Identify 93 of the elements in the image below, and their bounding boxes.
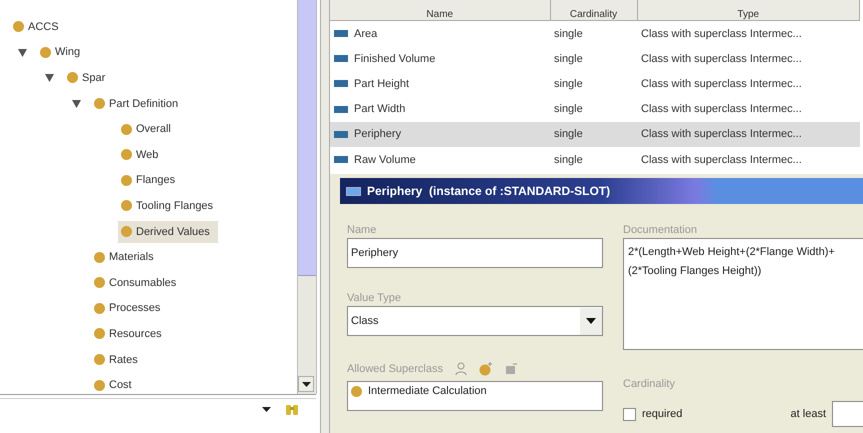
class-icon [94,328,105,340]
column-header[interactable]: Type [637,0,860,20]
table-cell: Class with superclass Intermec... [641,78,802,90]
at-least-field[interactable] [832,401,863,427]
table-cell: single [554,154,583,166]
expanded-arrow-icon[interactable] [18,48,26,57]
table-row[interactable]: Part Width single Class with superclass Intermec... [330,96,860,122]
dropdown-arrow-icon[interactable] [262,406,271,412]
class-icon [94,354,105,366]
field-label: at least [790,408,826,420]
class-icon [94,277,105,288]
tree-item[interactable]: Flanges [118,169,184,192]
tree-item[interactable]: Resources [91,322,170,345]
table-cell: Class with superclass Intermec... [641,52,802,65]
column-header[interactable]: Name [330,0,550,20]
tree-item[interactable]: Wing [37,41,88,64]
tree-item[interactable]: Derived Values [118,220,218,243]
class-icon [121,124,132,135]
class-icon [67,72,78,84]
add-class-icon[interactable] [479,362,493,376]
class-icon [121,149,132,160]
person-icon[interactable] [455,362,467,376]
slot-icon [334,130,348,138]
tree-item[interactable]: Overall [118,118,179,140]
slot-icon [346,186,361,196]
class-icon [94,252,105,263]
class-icon [13,21,24,32]
class-icon [121,174,132,186]
remove-icon[interactable] [505,363,517,375]
table-cell: Class with superclass Intermec... [641,128,802,140]
tree-item[interactable]: ACCS [10,16,67,38]
table-row[interactable]: Periphery single Class with superclass Intermec... [330,122,860,147]
slot-icon [334,30,348,38]
class-icon [94,98,105,110]
table-cell: Class with superclass Intermec... [641,28,802,40]
table-cell: Periphery [354,128,402,140]
class-icon [94,380,105,391]
scrollbar[interactable] [297,0,317,394]
field-label: Documentation [623,224,698,238]
field-label: Cardinality [623,378,676,392]
expanded-arrow-icon[interactable] [44,73,54,82]
class-icon [40,46,51,58]
tree-item[interactable]: Part Definition [91,92,186,115]
table-cell: Part Height [354,78,410,90]
expanded-arrow-icon[interactable] [72,99,80,108]
superclass-list[interactable]: Intermediate Calculation [347,381,603,411]
column-header[interactable]: Cardinality [550,0,637,20]
tree-item[interactable]: Tooling Flanges [118,194,222,217]
table-cell: single [554,78,583,90]
value-type-dropdown[interactable]: Class [347,306,603,336]
table-cell: Finished Volume [354,52,436,65]
table-cell: Class with superclass Intermec... [641,154,802,166]
list-item[interactable]: Intermediate Calculation [351,385,599,397]
tree-item[interactable]: Spar [64,66,114,89]
table-cell: Area [354,28,378,40]
tree-item[interactable]: Web [118,144,166,166]
binoculars-icon[interactable] [285,402,299,416]
documentation-field[interactable]: 2*(Length+Web Height+(2*Flange Width)+(2*Tooling Flanges Height)) [623,238,863,350]
table-cell: single [554,28,583,40]
field-label: Name [347,224,378,238]
name-field[interactable]: Periphery [347,238,603,268]
tree-item[interactable]: Cost [91,374,140,396]
slot-icon [334,55,348,62]
field-label: Value Type [347,292,402,306]
scroll-down-button[interactable] [298,376,314,392]
table-cell: single [554,128,583,140]
checkbox-label: required [642,408,682,420]
tree-item[interactable]: Processes [91,297,168,320]
window-title: Periphery (instance of :STANDARD-SLOT) [367,184,610,198]
class-icon [121,226,132,238]
dropdown-arrow-icon [586,318,596,324]
table-row[interactable]: Part Height single Class with superclass Intermec... [330,71,860,97]
class-icon [121,200,132,212]
splitter-bar[interactable] [320,0,330,433]
field-label: Allowed Superclass [347,363,443,375]
down-arrow-icon [302,382,310,386]
table-cell: Raw Volume [354,154,416,166]
table-row[interactable]: Finished Volume single Class with superclass Intermec... [330,46,860,72]
required-checkbox[interactable] [623,408,636,420]
tree-item[interactable]: Materials [91,246,162,268]
class-icon [351,386,362,396]
slot-icon [334,156,348,164]
tree-item[interactable]: Rates [91,348,146,371]
table-cell: single [554,103,583,116]
class-icon [94,302,105,314]
table-row[interactable]: Area single Class with superclass Intermec... [330,20,860,46]
table-row[interactable]: Raw Volume single Class with superclass Intermec... [330,146,860,172]
table-cell: Class with superclass Intermec... [641,103,802,116]
slot-icon [334,106,348,113]
table-cell: single [554,52,583,65]
tree-item[interactable]: Consumables [91,272,184,294]
table-cell: Part Width [354,103,406,116]
slot-icon [334,80,348,88]
